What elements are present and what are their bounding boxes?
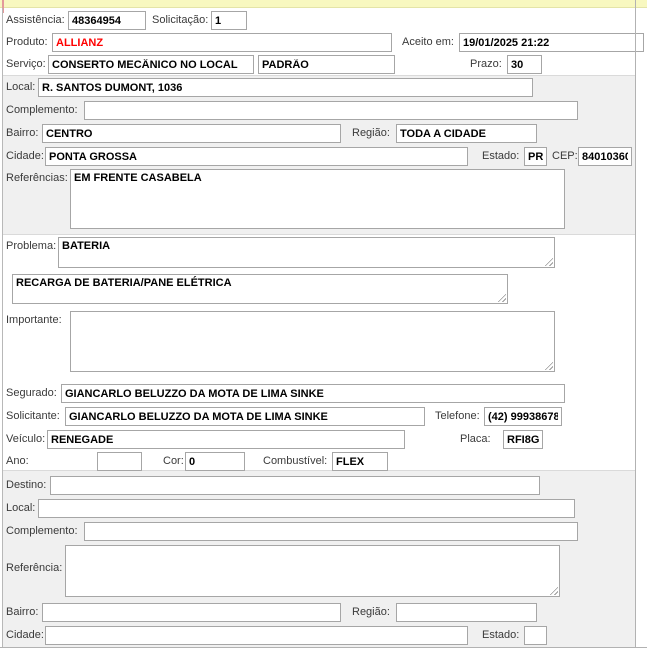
destino-regiao-label: Região: [352,603,390,622]
solicitacao-input[interactable] [211,11,247,30]
cidade-label: Cidade: [6,147,44,166]
destino-estado-input[interactable] [524,626,547,645]
servico-label: Serviço: [6,55,46,74]
bairro-label: Bairro: [6,124,38,143]
referencias-textarea[interactable] [70,169,565,229]
combustivel-input[interactable] [332,452,388,471]
destino-referencia-label: Referência: [6,562,62,575]
cep-label: CEP: [552,147,578,166]
cep-input[interactable] [578,147,632,166]
solicitacao-label: Solicitação: [152,11,208,30]
solicitante-label: Solicitante: [6,407,60,426]
destino-cidade-label: Cidade: [6,626,44,645]
destino-input[interactable] [50,476,540,495]
destino-local-input[interactable] [38,499,575,518]
combustivel-label: Combustível: [263,452,327,471]
destino-local-label: Local: [6,499,35,518]
aceito-em-input[interactable] [459,33,644,52]
problema-textarea[interactable] [58,237,555,268]
servico-tipo-input[interactable] [258,55,395,74]
panel-bottom-border [0,647,647,648]
importante-label: Importante: [6,314,62,327]
referencias-label: Referências: [6,172,68,185]
prazo-label: Prazo: [470,55,502,74]
destino-cidade-input[interactable] [45,626,468,645]
segurado-label: Segurado: [6,384,57,403]
regiao-input[interactable] [396,124,537,143]
cor-label: Cor: [163,452,184,471]
assistance-form: Assistência: Solicitação: Produto: Aceit… [0,0,647,658]
panel-left-border [2,8,3,647]
estado-label: Estado: [482,147,519,166]
servico-input[interactable] [48,55,254,74]
solicitante-input[interactable] [65,407,425,426]
veiculo-label: Veículo: [6,430,45,449]
ano-input[interactable] [97,452,142,471]
importante-textarea[interactable] [70,311,555,372]
problema-descricao-textarea[interactable] [12,274,508,304]
destino-regiao-input[interactable] [396,603,537,622]
local-label: Local: [6,78,35,97]
telefone-label: Telefone: [435,407,480,426]
veiculo-input[interactable] [47,430,405,449]
segurado-input[interactable] [61,384,565,403]
prazo-input[interactable] [507,55,542,74]
complemento-input[interactable] [84,101,578,120]
ano-label: Ano: [6,452,29,471]
cidade-input[interactable] [45,147,468,166]
local-input[interactable] [38,78,533,97]
destino-bairro-input[interactable] [42,603,341,622]
problema-label: Problema: [6,240,56,253]
destino-complemento-input[interactable] [84,522,578,541]
assistencia-label: Assistência: [6,11,65,30]
telefone-input[interactable] [484,407,562,426]
estado-input[interactable] [524,147,547,166]
panel-right-border [635,0,636,647]
top-yellow-bar [0,0,647,8]
destino-referencia-textarea[interactable] [65,545,560,597]
placa-input[interactable] [503,430,543,449]
cor-input[interactable] [185,452,245,471]
destino-estado-label: Estado: [482,626,519,645]
bairro-input[interactable] [42,124,341,143]
produto-input[interactable] [52,33,392,52]
aceito-em-label: Aceito em: [402,33,454,52]
placa-label: Placa: [460,430,491,449]
complemento-label: Complemento: [6,101,78,120]
regiao-label: Região: [352,124,390,143]
destino-complemento-label: Complemento: [6,522,78,541]
destino-label: Destino: [6,476,46,495]
assistencia-input[interactable] [68,11,146,30]
destino-bairro-label: Bairro: [6,603,38,622]
produto-label: Produto: [6,33,48,52]
